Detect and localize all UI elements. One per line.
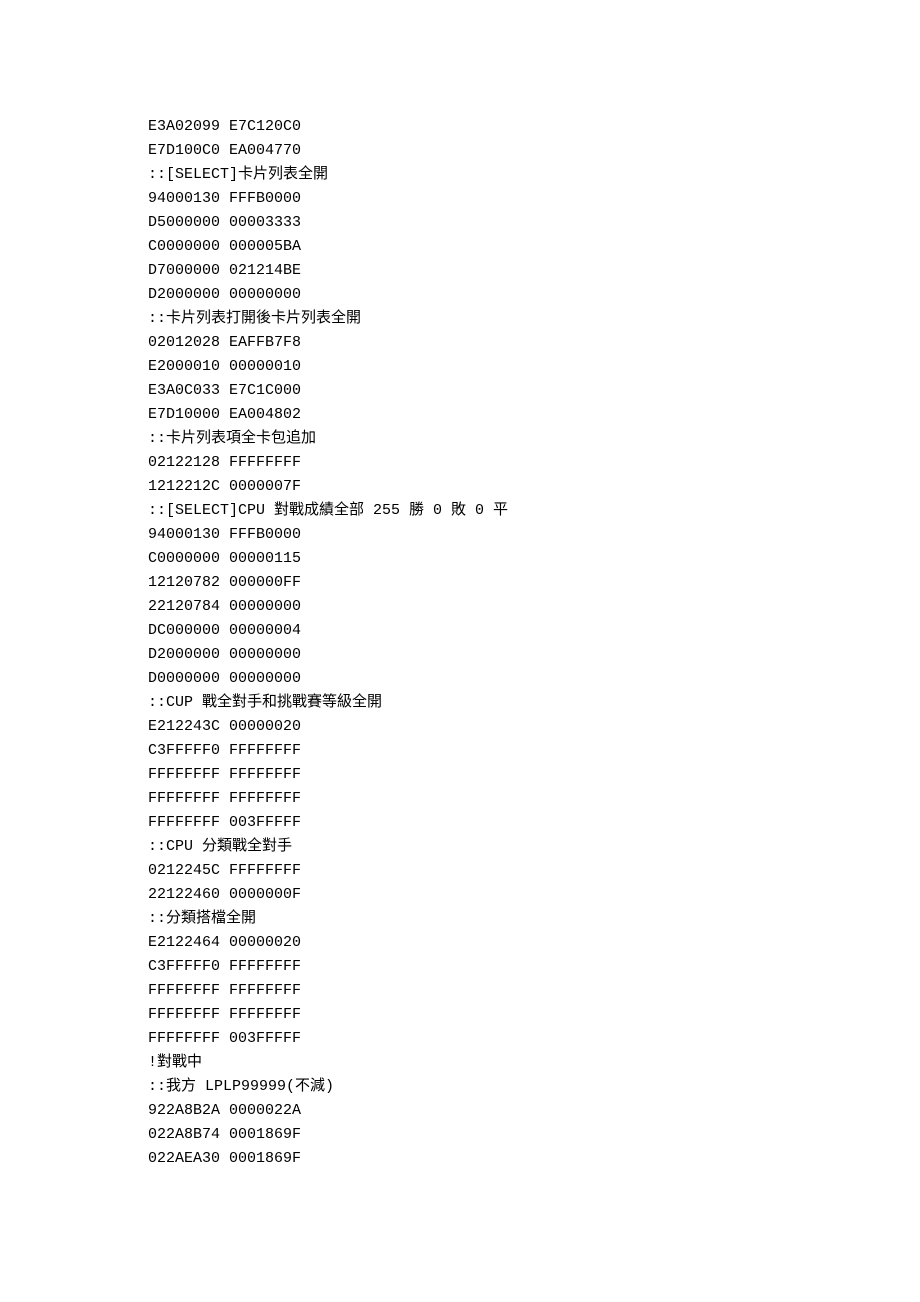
code-line: E7D10000 EA004802	[148, 403, 772, 427]
code-line: C3FFFFF0 FFFFFFFF	[148, 955, 772, 979]
code-line: C0000000 000005BA	[148, 235, 772, 259]
code-line: D2000000 00000000	[148, 283, 772, 307]
code-line: ::分類搭檔全開	[148, 907, 772, 931]
code-line: ::卡片列表打開後卡片列表全開	[148, 307, 772, 331]
code-line: 12120782 000000FF	[148, 571, 772, 595]
code-line: C0000000 00000115	[148, 547, 772, 571]
code-line: 22122460 0000000F	[148, 883, 772, 907]
code-line: FFFFFFFF FFFFFFFF	[148, 763, 772, 787]
code-line: !對戰中	[148, 1051, 772, 1075]
document-content: E3A02099 E7C120C0 E7D100C0 EA004770 ::[S…	[0, 0, 920, 1171]
code-line: DC000000 00000004	[148, 619, 772, 643]
code-line: 022AEA30 0001869F	[148, 1147, 772, 1171]
code-line: ::卡片列表項全卡包追加	[148, 427, 772, 451]
code-line: E3A02099 E7C120C0	[148, 115, 772, 139]
code-line: D2000000 00000000	[148, 643, 772, 667]
code-line: 1212212C 0000007F	[148, 475, 772, 499]
code-line: C3FFFFF0 FFFFFFFF	[148, 739, 772, 763]
code-line: FFFFFFFF FFFFFFFF	[148, 979, 772, 1003]
code-line: E2000010 00000010	[148, 355, 772, 379]
code-line: 0212245C FFFFFFFF	[148, 859, 772, 883]
code-line: FFFFFFFF FFFFFFFF	[148, 787, 772, 811]
code-line: 02012028 EAFFB7F8	[148, 331, 772, 355]
code-line: 94000130 FFFB0000	[148, 523, 772, 547]
code-line: D0000000 00000000	[148, 667, 772, 691]
code-line: 022A8B74 0001869F	[148, 1123, 772, 1147]
code-line: E2122464 00000020	[148, 931, 772, 955]
code-line: D5000000 00003333	[148, 211, 772, 235]
code-line: ::我方 LPLP99999(不減)	[148, 1075, 772, 1099]
code-line: FFFFFFFF 003FFFFF	[148, 1027, 772, 1051]
code-line: E7D100C0 EA004770	[148, 139, 772, 163]
code-line: 22120784 00000000	[148, 595, 772, 619]
code-line: 02122128 FFFFFFFF	[148, 451, 772, 475]
code-line: ::[SELECT]CPU 對戰成績全部 255 勝 0 敗 0 平	[148, 499, 772, 523]
code-line: ::CPU 分類戰全對手	[148, 835, 772, 859]
code-line: E3A0C033 E7C1C000	[148, 379, 772, 403]
code-line: FFFFFFFF FFFFFFFF	[148, 1003, 772, 1027]
code-line: E212243C 00000020	[148, 715, 772, 739]
code-line: ::[SELECT]卡片列表全開	[148, 163, 772, 187]
code-line: ::CUP 戰全對手和挑戰賽等級全開	[148, 691, 772, 715]
code-line: FFFFFFFF 003FFFFF	[148, 811, 772, 835]
code-line: 94000130 FFFB0000	[148, 187, 772, 211]
code-line: D7000000 021214BE	[148, 259, 772, 283]
code-line: 922A8B2A 0000022A	[148, 1099, 772, 1123]
